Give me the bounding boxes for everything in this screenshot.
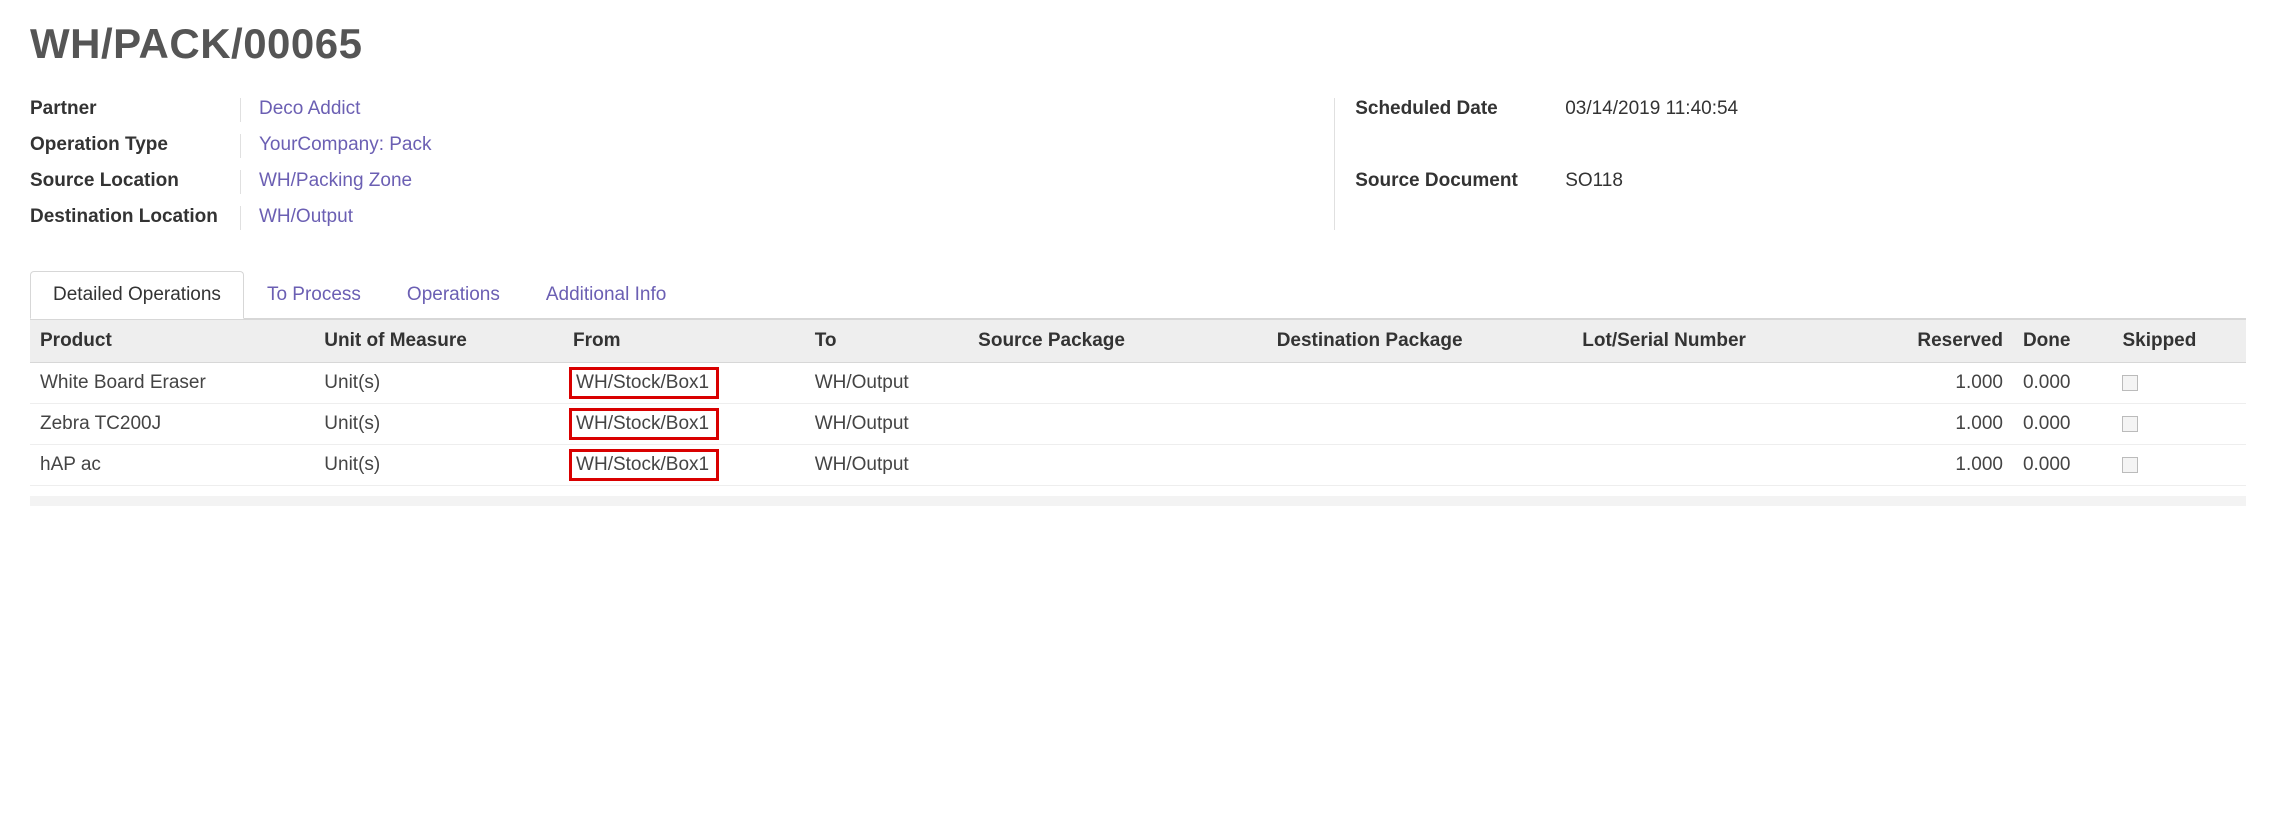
cell-done: 0.000 (2013, 363, 2113, 404)
table-row[interactable]: Zebra TC200JUnit(s)WH/Stock/Box1 WH/Outpu… (30, 404, 2246, 445)
cell-done: 0.000 (2013, 445, 2113, 486)
destination-location-label: Destination Location (30, 206, 240, 228)
cell-to: WH/Output (805, 404, 968, 445)
cell-reserved: 1.000 (1857, 445, 2013, 486)
tab-operations[interactable]: Operations (384, 271, 523, 319)
cell-product: White Board Eraser (30, 363, 314, 404)
source-location-label: Source Location (30, 170, 240, 192)
source-document-label: Source Document (1355, 170, 1565, 192)
tabs: Detailed Operations To Process Operation… (30, 270, 2246, 319)
col-uom[interactable]: Unit of Measure (314, 320, 563, 363)
from-highlight: WH/Stock/Box1 (569, 367, 719, 399)
cell-destination-package (1267, 404, 1573, 445)
from-highlight: WH/Stock/Box1 (569, 449, 719, 481)
source-document-value: SO118 (1565, 170, 2246, 194)
table-footer-bar (30, 496, 2246, 506)
cell-uom: Unit(s) (314, 363, 563, 404)
cell-source-package (968, 445, 1267, 486)
cell-product: Zebra TC200J (30, 404, 314, 445)
tab-additional-info[interactable]: Additional Info (523, 271, 689, 319)
tab-detailed-operations[interactable]: Detailed Operations (30, 271, 244, 319)
scheduled-date-value: 03/14/2019 11:40:54 (1565, 98, 2246, 122)
cell-skipped (2112, 445, 2246, 486)
col-lot[interactable]: Lot/Serial Number (1572, 320, 1856, 363)
cell-product: hAP ac (30, 445, 314, 486)
operation-type-value[interactable]: YourCompany: Pack (240, 134, 1274, 158)
source-location-value[interactable]: WH/Packing Zone (240, 170, 1274, 194)
destination-location-value[interactable]: WH/Output (240, 206, 1274, 230)
partner-value[interactable]: Deco Addict (240, 98, 1274, 122)
col-reserved[interactable]: Reserved (1857, 320, 2013, 363)
scheduled-date-label: Scheduled Date (1355, 98, 1565, 120)
col-from[interactable]: From (563, 320, 805, 363)
cell-skipped (2112, 363, 2246, 404)
cell-to: WH/Output (805, 363, 968, 404)
cell-from: WH/Stock/Box1 (563, 404, 805, 445)
partner-label: Partner (30, 98, 240, 120)
form-header: Partner Deco Addict Operation Type YourC… (30, 98, 2246, 230)
skipped-checkbox[interactable] (2122, 457, 2138, 473)
col-to[interactable]: To (805, 320, 968, 363)
cell-skipped (2112, 404, 2246, 445)
from-highlight: WH/Stock/Box1 (569, 408, 719, 440)
cell-uom: Unit(s) (314, 404, 563, 445)
col-product[interactable]: Product (30, 320, 314, 363)
col-done[interactable]: Done (2013, 320, 2113, 363)
cell-destination-package (1267, 363, 1573, 404)
detailed-operations-table: Product Unit of Measure From To Source P… (30, 319, 2246, 486)
cell-destination-package (1267, 445, 1573, 486)
cell-source-package (968, 363, 1267, 404)
table-row[interactable]: White Board EraserUnit(s)WH/Stock/Box1 WH… (30, 363, 2246, 404)
cell-source-package (968, 404, 1267, 445)
cell-reserved: 1.000 (1857, 363, 2013, 404)
cell-from: WH/Stock/Box1 (563, 445, 805, 486)
cell-lot (1572, 404, 1856, 445)
table-row[interactable]: hAP acUnit(s)WH/Stock/Box1 WH/Output 1.000… (30, 445, 2246, 486)
cell-uom: Unit(s) (314, 445, 563, 486)
form-col-right: Scheduled Date 03/14/2019 11:40:54 Sourc… (1334, 98, 2246, 230)
form-col-left: Partner Deco Addict Operation Type YourC… (30, 98, 1274, 230)
skipped-checkbox[interactable] (2122, 416, 2138, 432)
cell-lot (1572, 445, 1856, 486)
cell-to: WH/Output (805, 445, 968, 486)
cell-from: WH/Stock/Box1 (563, 363, 805, 404)
tab-to-process[interactable]: To Process (244, 271, 384, 319)
col-skipped[interactable]: Skipped (2112, 320, 2246, 363)
table-header-row: Product Unit of Measure From To Source P… (30, 320, 2246, 363)
skipped-checkbox[interactable] (2122, 375, 2138, 391)
col-destination-package[interactable]: Destination Package (1267, 320, 1573, 363)
cell-done: 0.000 (2013, 404, 2113, 445)
operation-type-label: Operation Type (30, 134, 240, 156)
col-source-package[interactable]: Source Package (968, 320, 1267, 363)
cell-lot (1572, 363, 1856, 404)
page-title: WH/PACK/00065 (30, 20, 2246, 68)
cell-reserved: 1.000 (1857, 404, 2013, 445)
